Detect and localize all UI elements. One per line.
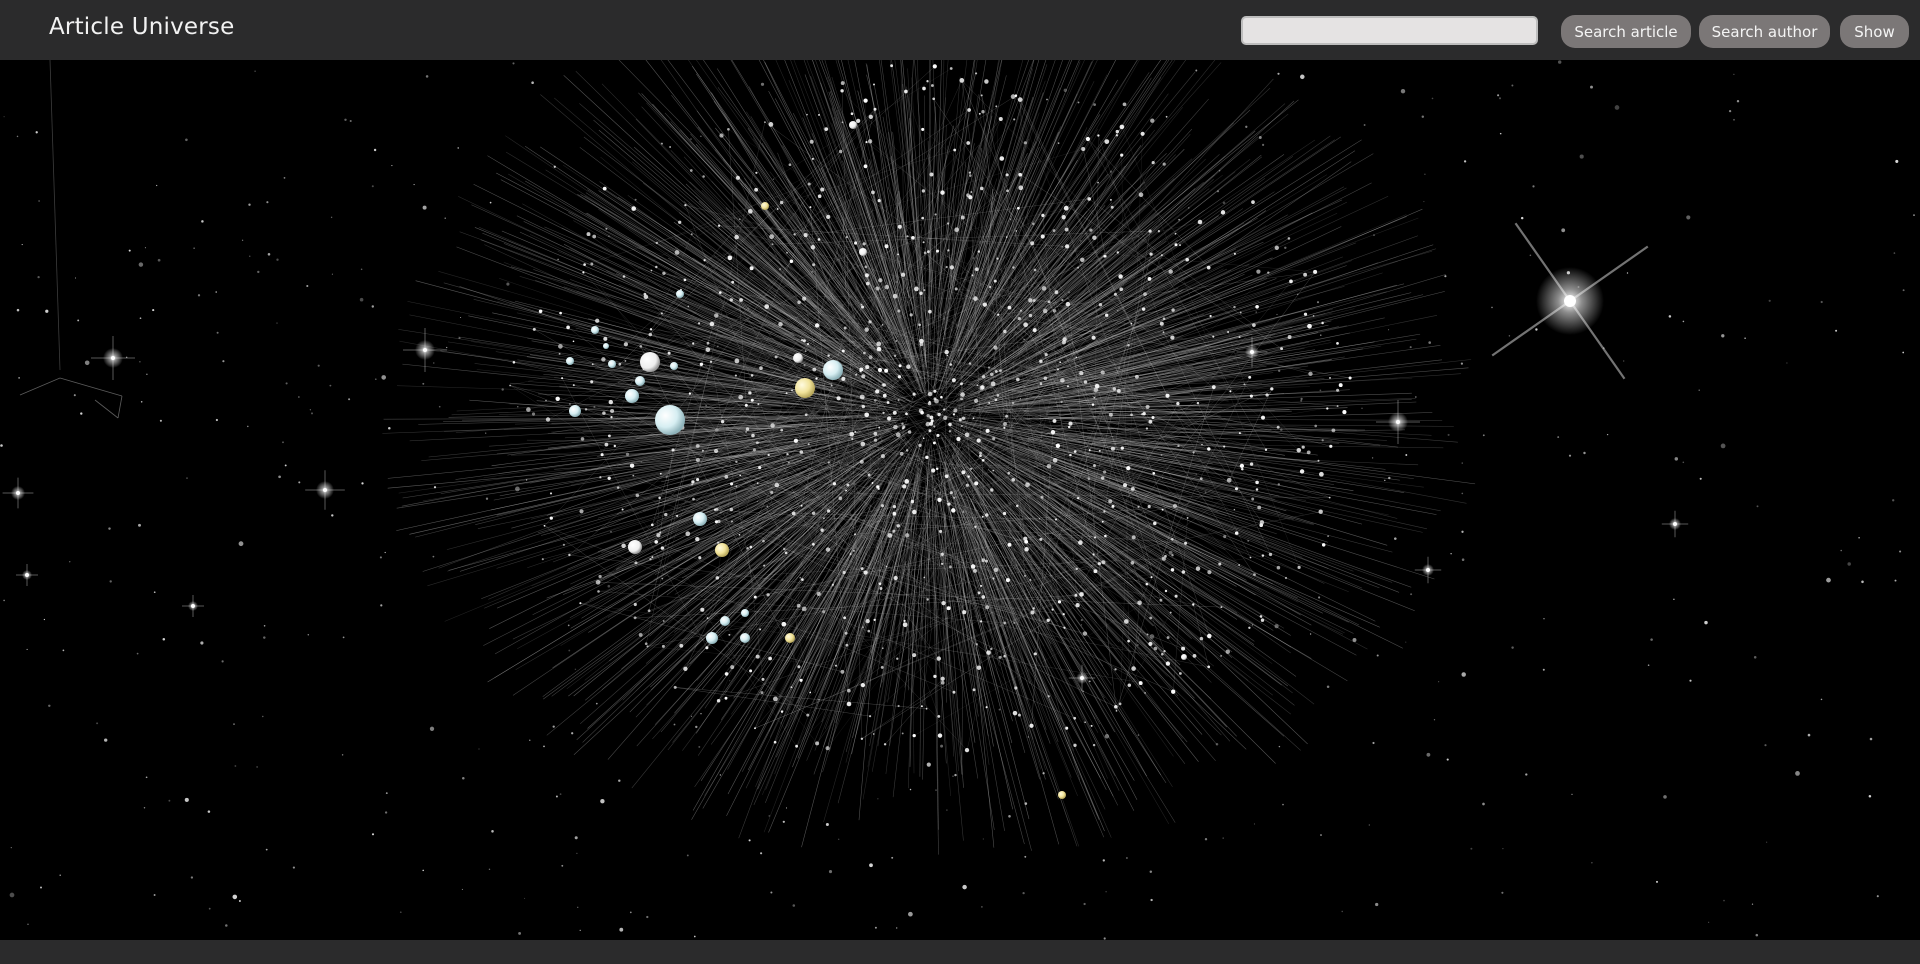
- graph-edges: [382, 60, 1476, 855]
- app-title: Article Universe: [49, 14, 235, 40]
- graph-canvas[interactable]: [0, 60, 1920, 940]
- search-input[interactable]: [1241, 16, 1538, 45]
- top-toolbar: Article Universe Search article Search a…: [0, 0, 1920, 60]
- network-graph[interactable]: [0, 60, 1920, 940]
- bottom-bar: [0, 940, 1920, 964]
- show-button[interactable]: Show: [1840, 15, 1909, 48]
- search-author-button[interactable]: Search author: [1699, 15, 1830, 48]
- search-article-button[interactable]: Search article: [1561, 15, 1691, 48]
